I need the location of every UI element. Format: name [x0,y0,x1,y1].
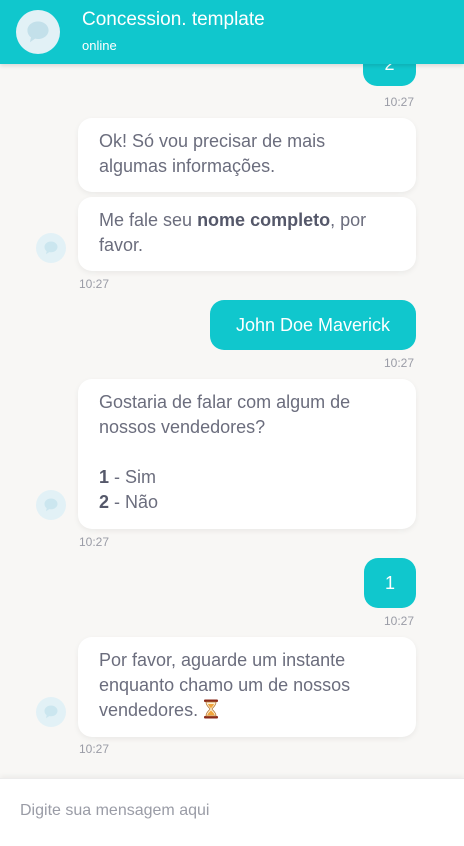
hourglass-icon [203,699,219,726]
user-message-bubble: John Doe Maverick [210,300,416,350]
message-text: Ok! Só vou precisar de mais algumas info… [99,131,326,176]
user-message-bubble: 1 [364,558,416,608]
option-1: 1 - Sim [99,465,396,490]
message-text: Por favor, aguarde um instante enquanto … [99,650,351,720]
bot-avatar [16,10,60,54]
message-text: Gostaria de falar com algum de nossos ve… [99,392,351,437]
message-list[interactable]: 2 10:27 Ok! Só vou precisar de mais algu… [0,0,464,778]
bot-avatar [36,697,66,727]
chat-bubble-icon [44,241,58,255]
chat-bubble-icon [44,705,58,719]
option-label: - Não [109,492,159,512]
message-text: 1 [384,573,395,593]
bot-message-bubble: Gostaria de falar com algum de nossos ve… [78,379,416,529]
chat-header: Concession. template online [0,0,464,64]
message-time: 10:27 [79,535,110,549]
bot-message-bubble: Por favor, aguarde um instante enquanto … [78,637,416,737]
chat-bubble-icon [27,21,49,43]
message-time: 10:27 [384,95,415,109]
online-status: online [82,38,117,53]
message-time: 10:27 [79,742,110,756]
chat-bubble-icon [44,498,58,512]
option-number: 2 [99,492,110,512]
message-time: 10:27 [384,614,415,628]
bot-message-bubble: Me fale seu nome completo, por favor. [78,197,416,271]
option-number: 1 [99,467,110,487]
chat-title: Concession. template [82,9,265,30]
option-label: - Sim [109,467,157,487]
message-text: John Doe Maverick [235,315,391,335]
message-time: 10:27 [384,356,415,370]
message-time: 10:27 [79,277,110,291]
message-input[interactable] [0,779,464,843]
message-text-bold: nome completo [197,210,331,230]
message-composer [0,778,464,846]
message-text-pre: Me fale seu [99,210,198,230]
bot-message-bubble: Ok! Só vou precisar de mais algumas info… [78,118,416,192]
bot-avatar [36,233,66,263]
option-2: 2 - Não [99,490,396,515]
bot-avatar [36,490,66,520]
